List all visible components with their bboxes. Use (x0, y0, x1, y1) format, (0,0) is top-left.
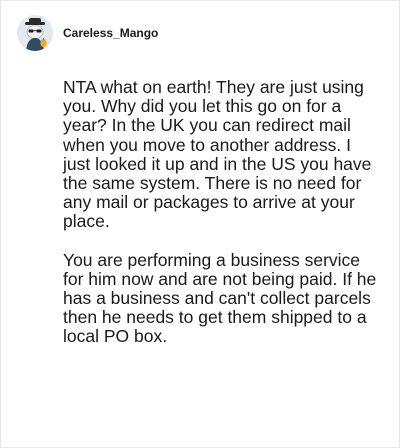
comment-header: Careless_Mango (17, 15, 158, 51)
comment-body: NTA what on earth! They are just using y… (63, 77, 381, 366)
comment-paragraph: You are performing a business service fo… (63, 249, 377, 347)
username[interactable]: Careless_Mango (63, 26, 158, 40)
user-avatar-icon[interactable] (17, 15, 53, 51)
comment-paragraph: NTA what on earth! They are just using y… (63, 77, 372, 232)
comment-card: Careless_Mango NTA what on earth! They a… (0, 0, 400, 448)
